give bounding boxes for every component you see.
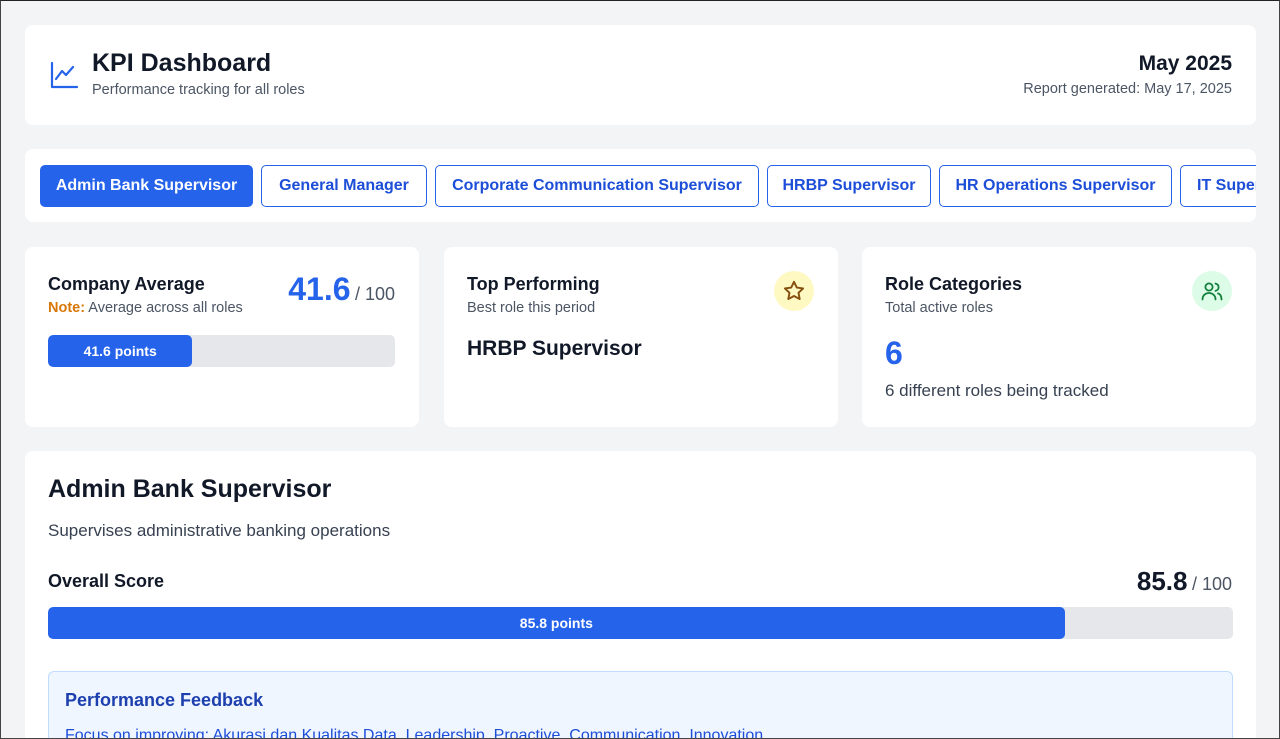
role-detail-card: Admin Bank Supervisor Supervises adminis… — [25, 451, 1256, 739]
top-performing-role: HRBP Supervisor — [467, 337, 642, 360]
report-generated-date: Report generated: May 17, 2025 — [1023, 81, 1232, 97]
users-icon-badge — [1192, 271, 1232, 311]
note-text: Average across all roles — [85, 300, 243, 316]
role-detail-title: Admin Bank Supervisor — [48, 475, 332, 503]
tab-corporate-communication-supervisor[interactable]: Corporate Communication Supervisor — [435, 165, 759, 207]
page-title: KPI Dashboard — [92, 49, 272, 77]
company-average-value: 41.6 — [288, 271, 351, 307]
role-count-description: 6 different roles being tracked — [885, 381, 1109, 400]
overall-score-value: 85.8 — [1136, 566, 1188, 596]
company-average-title: Company Average — [48, 274, 205, 294]
overall-score: 85.8 / 100 — [1137, 566, 1232, 597]
tab-admin-bank-supervisor[interactable]: Admin Bank Supervisor — [40, 165, 253, 207]
company-average-score: 41.6 / 100 — [288, 271, 395, 308]
role-categories-title: Role Categories — [885, 274, 1023, 294]
users-icon — [1201, 282, 1223, 301]
tab-hrbp-supervisor[interactable]: HRBP Supervisor — [767, 165, 931, 207]
company-average-max: / 100 — [354, 284, 395, 304]
company-average-note: Note: Average across all roles — [48, 300, 243, 316]
page-subtitle: Performance tracking for all roles — [92, 82, 305, 98]
tab-hr-operations-supervisor[interactable]: HR Operations Supervisor — [939, 165, 1172, 207]
overall-score-progress-fill: 85.8 points — [48, 607, 1065, 639]
performance-feedback-panel: Performance Feedback Focus on improving:… — [48, 671, 1233, 739]
feedback-title: Performance Feedback — [65, 690, 264, 710]
star-icon-badge — [774, 271, 814, 311]
overall-score-max: / 100 — [1191, 574, 1232, 594]
role-count-value: 6 — [885, 335, 903, 371]
feedback-text: Focus on improving: Akurasi dan Kualitas… — [65, 727, 764, 739]
company-average-progress-bar: 41.6 points — [48, 335, 395, 367]
tab-it-supervisor[interactable]: IT Super — [1180, 165, 1256, 207]
overall-score-label: Overall Score — [48, 571, 165, 591]
star-icon — [783, 280, 805, 301]
role-tabs: Admin Bank Supervisor General Manager Co… — [25, 149, 1256, 222]
top-performing-card: Top Performing Best role this period HRB… — [444, 247, 838, 427]
overall-score-progress-bar: 85.8 points — [48, 607, 1233, 639]
note-label: Note: — [48, 300, 86, 316]
company-average-progress-fill: 41.6 points — [48, 335, 193, 367]
top-performing-subtitle: Best role this period — [467, 300, 596, 316]
company-average-card: Company Average Note: Average across all… — [25, 247, 419, 427]
role-categories-subtitle: Total active roles — [885, 300, 993, 316]
report-period: May 2025 — [1138, 52, 1232, 75]
app-window: KPI Dashboard Performance tracking for a… — [0, 0, 1280, 739]
tab-general-manager[interactable]: General Manager — [261, 165, 427, 207]
dashboard-header: KPI Dashboard Performance tracking for a… — [25, 25, 1256, 125]
role-categories-card: Role Categories Total active roles 6 6 d… — [862, 247, 1256, 427]
chart-line-icon — [50, 61, 79, 89]
top-performing-title: Top Performing — [467, 274, 600, 294]
role-detail-description: Supervises administrative banking operat… — [48, 521, 391, 540]
